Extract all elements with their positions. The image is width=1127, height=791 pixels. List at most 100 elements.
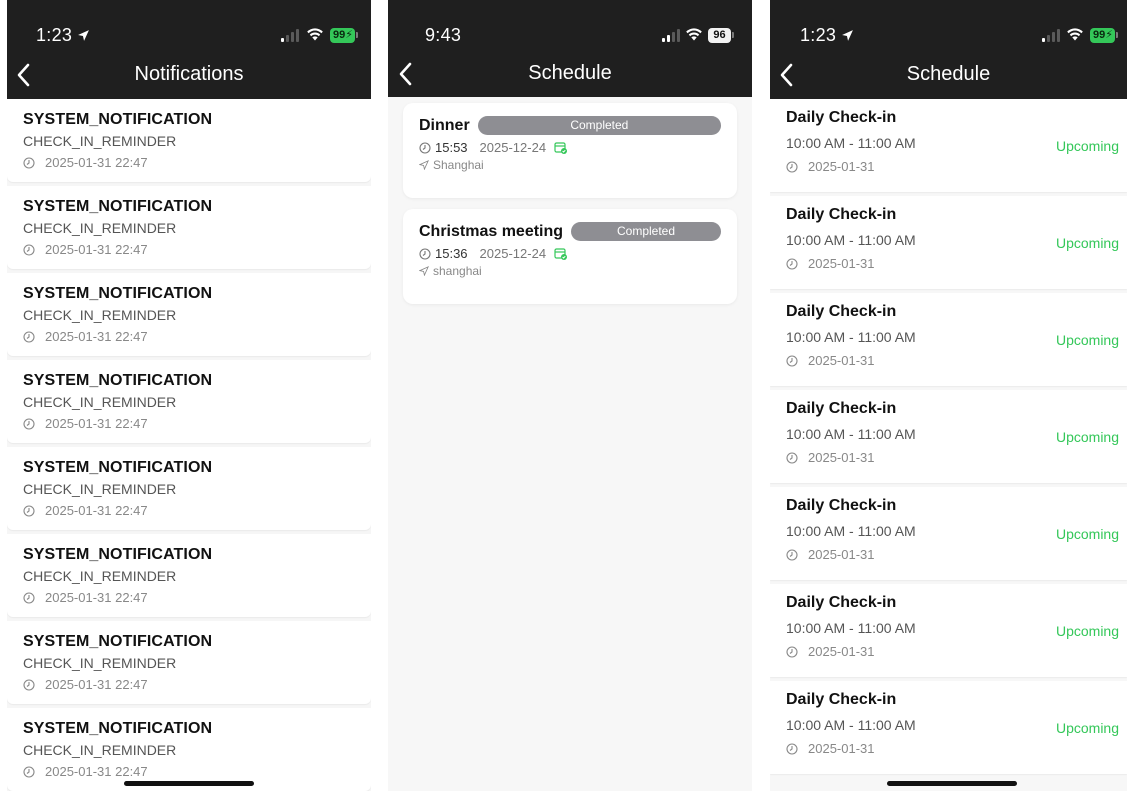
event-location-row: shanghai: [419, 264, 721, 278]
clock-icon: [23, 504, 35, 517]
status-badge: Upcoming: [1055, 720, 1119, 736]
notification-subtitle: CHECK_IN_REMINDER: [23, 655, 177, 671]
notification-subtitle: CHECK_IN_REMINDER: [23, 481, 177, 497]
schedule-cards-screen: 9:43 96 Schedule Dinner Completed 15:53 …: [388, 0, 752, 791]
item-date-row: 2025-01-31: [786, 547, 1119, 562]
signal-icon: [1042, 29, 1062, 42]
notification-title: SYSTEM_NOTIFICATION: [23, 720, 213, 737]
notification-title: SYSTEM_NOTIFICATION: [23, 111, 213, 128]
notification-datetime: 2025-01-31 22:47: [45, 329, 148, 344]
home-indicator[interactable]: [887, 781, 1017, 786]
page-title: Schedule: [906, 63, 991, 85]
item-title: Daily Check-in: [786, 303, 897, 320]
page-title: Notifications: [134, 63, 244, 85]
status-time: 9:43: [425, 25, 462, 45]
signal-icon: [662, 29, 682, 42]
calendar-check-icon[interactable]: [554, 141, 568, 154]
notification-date-row: 2025-01-31 22:47: [23, 242, 371, 257]
notification-title: SYSTEM_NOTIFICATION: [23, 372, 213, 389]
status-badge: Upcoming: [1055, 235, 1119, 251]
item-title: Daily Check-in: [786, 594, 897, 611]
notification-title: SYSTEM_NOTIFICATION: [23, 546, 213, 563]
item-date: 2025-01-31: [808, 741, 875, 756]
notification-title: SYSTEM_NOTIFICATION: [23, 633, 213, 650]
list-item[interactable]: Daily Check-in 10:00 AM - 11:00 AM 2025-…: [770, 584, 1127, 677]
nav-bar: Schedule: [388, 52, 752, 97]
status-badge: Upcoming: [1055, 429, 1119, 445]
location-pin-icon: [419, 160, 429, 170]
wifi-icon: [686, 28, 702, 41]
list-item[interactable]: Daily Check-in 10:00 AM - 11:00 AM 2025-…: [770, 390, 1127, 483]
notification-item[interactable]: SYSTEM_NOTIFICATION CHECK_IN_REMINDER 20…: [7, 99, 371, 182]
notification-subtitle: CHECK_IN_REMINDER: [23, 133, 177, 149]
item-title: Daily Check-in: [786, 400, 897, 417]
clock-icon: [786, 645, 798, 658]
calendar-check-icon[interactable]: [554, 247, 568, 260]
battery-icon: 96: [708, 28, 731, 43]
item-date: 2025-01-31: [808, 353, 875, 368]
event-time: 15:36: [435, 246, 468, 261]
item-title: Daily Check-in: [786, 691, 897, 708]
list-item[interactable]: Daily Check-in 10:00 AM - 11:00 AM 2025-…: [770, 196, 1127, 289]
location-arrow-icon: [78, 30, 90, 41]
schedule-card-list: Dinner Completed 15:53 2025-12-24 Shangh…: [403, 103, 737, 315]
item-title: Daily Check-in: [786, 497, 897, 514]
status-badge: Upcoming: [1055, 623, 1119, 639]
schedule-card[interactable]: Christmas meeting Completed 15:36 2025-1…: [403, 209, 737, 304]
event-date: 2025-12-24: [479, 140, 547, 155]
list-item[interactable]: Daily Check-in 10:00 AM - 11:00 AM 2025-…: [770, 487, 1127, 580]
screenshot-stage: 1:23 99⚡ Notifications SYSTEM_NOTIFICATI…: [0, 0, 1127, 791]
item-title: Daily Check-in: [786, 206, 897, 223]
schedule-list-screen: 1:23 99⚡ Schedule Daily Check-in 10:00 A…: [770, 0, 1127, 791]
wifi-icon: [1067, 28, 1083, 41]
clock-icon: [786, 160, 798, 173]
notification-item[interactable]: SYSTEM_NOTIFICATION CHECK_IN_REMINDER 20…: [7, 273, 371, 356]
list-item[interactable]: Daily Check-in 10:00 AM - 11:00 AM 2025-…: [770, 99, 1127, 192]
clock-icon: [786, 548, 798, 561]
notification-date-row: 2025-01-31 22:47: [23, 155, 371, 170]
notification-item[interactable]: SYSTEM_NOTIFICATION CHECK_IN_REMINDER 20…: [7, 447, 371, 530]
event-name: Christmas meeting: [419, 222, 564, 240]
notification-subtitle: CHECK_IN_REMINDER: [23, 220, 177, 236]
list-item[interactable]: Daily Check-in 10:00 AM - 11:00 AM 2025-…: [770, 681, 1127, 774]
status-badge: Completed: [477, 116, 721, 135]
item-date-row: 2025-01-31: [786, 353, 1119, 368]
item-date: 2025-01-31: [808, 256, 875, 271]
notification-datetime: 2025-01-31 22:47: [45, 416, 148, 431]
status-badge: Completed: [571, 222, 721, 241]
item-date: 2025-01-31: [808, 159, 875, 174]
clock-icon: [23, 765, 35, 778]
signal-icon: [281, 29, 301, 42]
status-bar: 9:43 96: [388, 0, 752, 52]
wifi-icon: [307, 28, 323, 41]
clock-icon: [23, 417, 35, 430]
clock-icon: [23, 330, 35, 343]
notification-item[interactable]: SYSTEM_NOTIFICATION CHECK_IN_REMINDER 20…: [7, 621, 371, 704]
schedule-card[interactable]: Dinner Completed 15:53 2025-12-24 Shangh…: [403, 103, 737, 198]
card-header: Dinner Completed: [419, 116, 721, 135]
item-title: Daily Check-in: [786, 109, 897, 126]
status-bar: 1:23 99⚡: [770, 0, 1127, 52]
notification-subtitle: CHECK_IN_REMINDER: [23, 742, 177, 758]
home-indicator[interactable]: [124, 781, 254, 786]
notification-item[interactable]: SYSTEM_NOTIFICATION CHECK_IN_REMINDER 20…: [7, 708, 371, 791]
clock-icon: [23, 243, 35, 256]
status-time: 1:23: [36, 25, 90, 46]
event-meta-row: 15:36 2025-12-24: [419, 246, 721, 261]
notification-datetime: 2025-01-31 22:47: [45, 764, 148, 779]
list-item[interactable]: Daily Check-in 10:00 AM - 11:00 AM 2025-…: [770, 293, 1127, 386]
event-location-row: Shanghai: [419, 158, 721, 172]
notification-title: SYSTEM_NOTIFICATION: [23, 198, 213, 215]
notification-item[interactable]: SYSTEM_NOTIFICATION CHECK_IN_REMINDER 20…: [7, 534, 371, 617]
clock-icon: [786, 257, 798, 270]
item-date-row: 2025-01-31: [786, 256, 1119, 271]
notification-datetime: 2025-01-31 22:47: [45, 155, 148, 170]
status-time: 1:23: [800, 25, 854, 46]
notification-datetime: 2025-01-31 22:47: [45, 242, 148, 257]
notification-item[interactable]: SYSTEM_NOTIFICATION CHECK_IN_REMINDER 20…: [7, 360, 371, 443]
notifications-screen: 1:23 99⚡ Notifications SYSTEM_NOTIFICATI…: [7, 0, 371, 791]
item-date-row: 2025-01-31: [786, 741, 1119, 756]
nav-bar: Notifications: [7, 52, 371, 99]
notification-item[interactable]: SYSTEM_NOTIFICATION CHECK_IN_REMINDER 20…: [7, 186, 371, 269]
notification-subtitle: CHECK_IN_REMINDER: [23, 568, 177, 584]
